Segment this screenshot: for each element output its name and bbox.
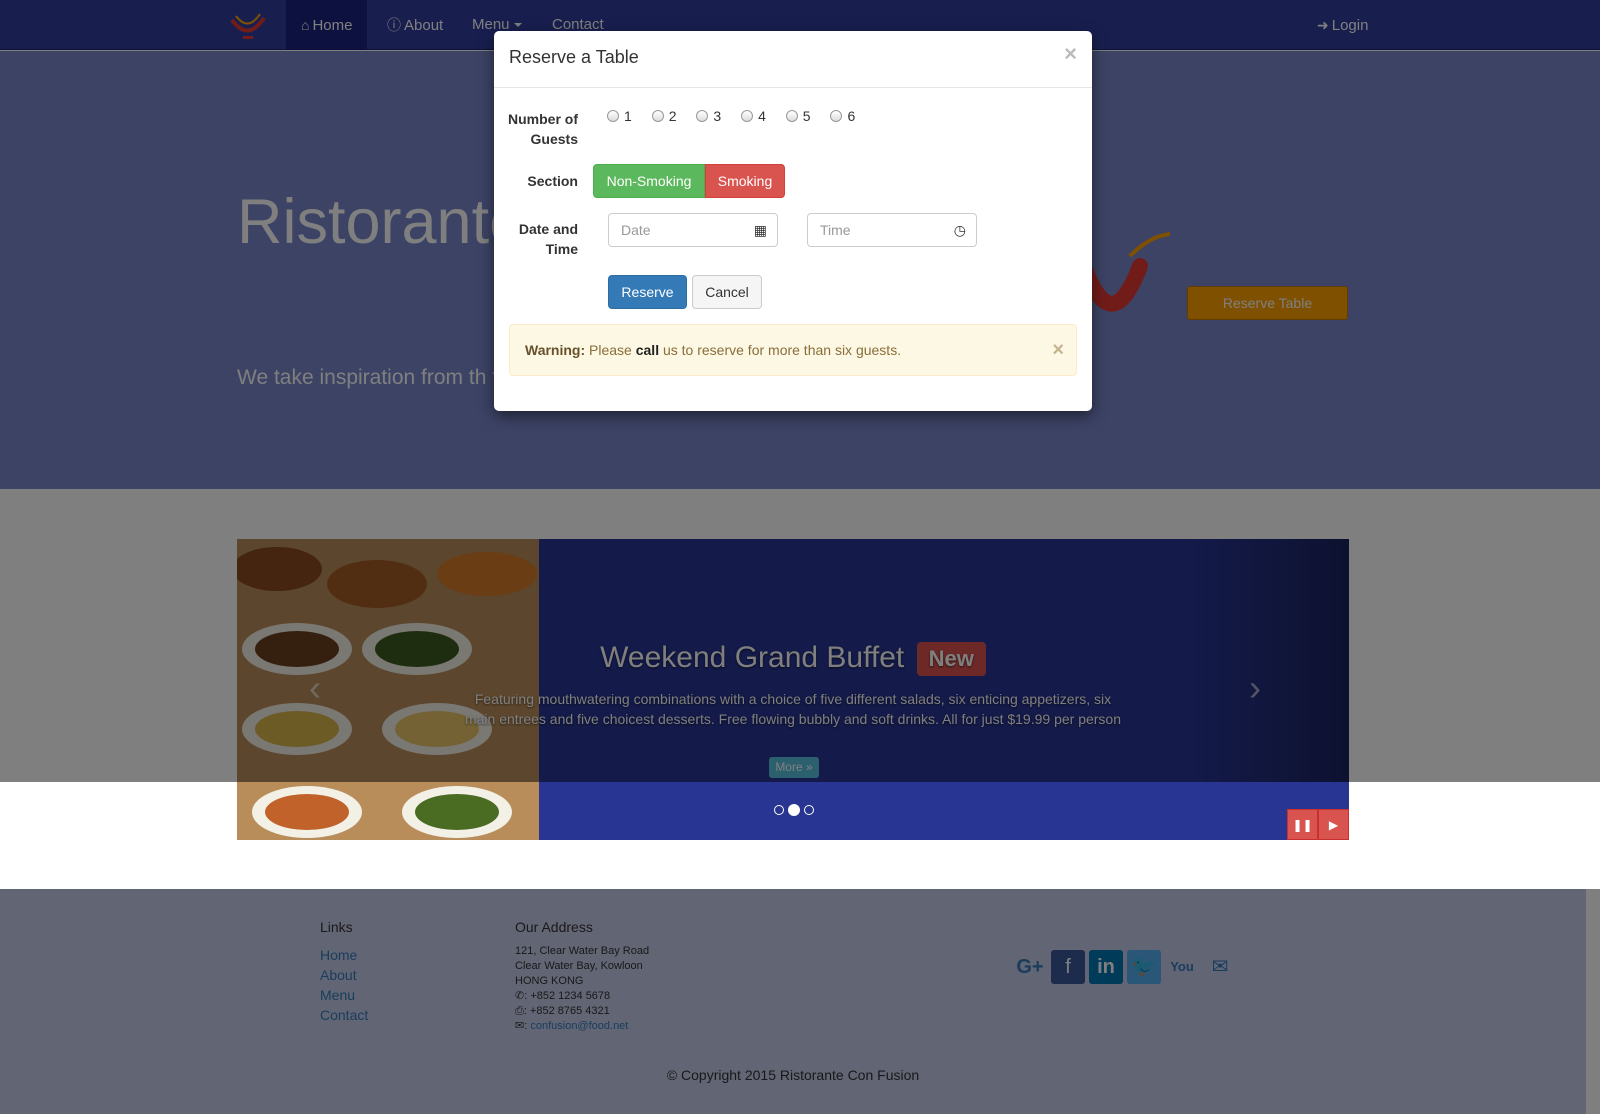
alert-close-icon[interactable]: × xyxy=(1052,325,1064,375)
carousel-indicator[interactable] xyxy=(774,805,784,815)
modal-title: Reserve a Table xyxy=(509,47,639,67)
guest-radio-3[interactable]: 3 xyxy=(696,108,721,124)
play-button-lower[interactable]: ▶ xyxy=(1318,809,1349,840)
guests-radio-group: 1 2 3 4 5 6 xyxy=(607,108,871,124)
section-label: Section xyxy=(527,173,578,189)
carousel-indicator[interactable] xyxy=(804,805,814,815)
smoking-button[interactable]: Smoking xyxy=(705,164,785,198)
pause-button-lower[interactable]: ❚❚ xyxy=(1287,809,1318,840)
carousel-lower-strip: ❚❚ ▶ xyxy=(237,782,1349,840)
radio-icon xyxy=(741,110,754,122)
guests-label: Number of Guests xyxy=(508,111,578,147)
guest-radio-6[interactable]: 6 xyxy=(830,108,855,124)
radio-icon xyxy=(696,110,709,122)
pause-icon: ❚❚ xyxy=(1292,818,1313,832)
carousel-indicators-lower xyxy=(772,802,816,818)
calendar-icon: ▦ xyxy=(753,222,767,238)
reserve-modal: Reserve a Table × Number of Guests 1 2 3… xyxy=(494,31,1092,411)
clock-icon: ◷ xyxy=(953,222,966,238)
guest-radio-2[interactable]: 2 xyxy=(651,108,676,124)
radio-icon xyxy=(785,110,798,122)
buffet-image-strip xyxy=(237,782,539,840)
warning-alert: Warning: Please call us to reserve for m… xyxy=(509,324,1077,376)
modal-divider xyxy=(494,87,1092,88)
cancel-button[interactable]: Cancel xyxy=(692,275,762,309)
close-icon[interactable]: × xyxy=(1064,41,1077,67)
time-input[interactable]: Time ◷ xyxy=(807,213,977,247)
section-button-group: Non-Smoking Smoking xyxy=(593,164,785,198)
reserve-button[interactable]: Reserve xyxy=(608,275,687,309)
guest-radio-1[interactable]: 1 xyxy=(607,108,632,124)
carousel-indicator-active[interactable] xyxy=(788,804,800,816)
radio-icon xyxy=(651,110,664,122)
radio-icon xyxy=(607,110,619,122)
non-smoking-button[interactable]: Non-Smoking xyxy=(593,164,705,198)
radio-icon xyxy=(830,110,843,122)
play-icon: ▶ xyxy=(1328,818,1339,832)
datetime-label: Date and Time xyxy=(518,221,578,257)
date-input[interactable]: Date ▦ xyxy=(608,213,778,247)
guest-radio-4[interactable]: 4 xyxy=(741,108,766,124)
guest-radio-5[interactable]: 5 xyxy=(785,108,811,124)
